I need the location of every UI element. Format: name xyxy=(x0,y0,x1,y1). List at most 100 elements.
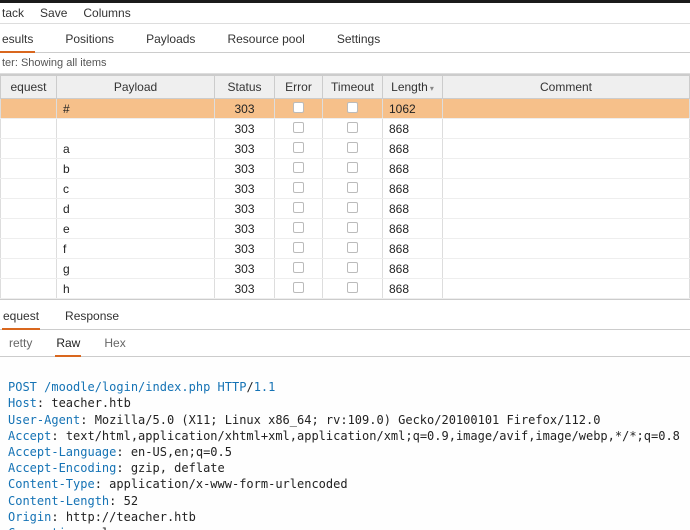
tab-pretty[interactable]: retty xyxy=(8,333,33,356)
cell-status: 303 xyxy=(215,199,275,219)
table-row[interactable]: h303868 xyxy=(1,279,690,299)
col-request[interactable]: equest xyxy=(1,76,57,99)
cell-length: 868 xyxy=(383,219,443,239)
filter-status[interactable]: ter: Showing all items xyxy=(0,53,690,74)
cell-request xyxy=(1,139,57,159)
checkbox-icon xyxy=(293,222,304,233)
cell-request xyxy=(1,259,57,279)
col-comment[interactable]: Comment xyxy=(443,76,690,99)
menu-attack[interactable]: tack xyxy=(2,6,24,20)
cell-error xyxy=(275,119,323,139)
cell-comment xyxy=(443,259,690,279)
table-row[interactable]: g303 868 xyxy=(1,259,690,279)
tab-results[interactable]: esults xyxy=(0,28,35,52)
cell-status: 303 xyxy=(215,219,275,239)
col-payload[interactable]: Payload xyxy=(57,76,215,99)
table-row[interactable]: e303 868 xyxy=(1,219,690,239)
tab-response[interactable]: Response xyxy=(64,306,120,329)
cell-payload: # xyxy=(57,99,215,119)
header-content-length: Content-Length xyxy=(8,494,109,508)
col-error[interactable]: Error xyxy=(275,76,323,99)
table-row[interactable]: a303 868 xyxy=(1,139,690,159)
header-accept-encoding: Accept-Encoding xyxy=(8,461,116,475)
cell-status: 303 xyxy=(215,119,275,139)
menu-columns[interactable]: Columns xyxy=(83,6,130,20)
table-row[interactable]: f303868 xyxy=(1,239,690,259)
menu-save[interactable]: Save xyxy=(40,6,67,20)
cell-length: 1062 xyxy=(383,99,443,119)
tab-payloads[interactable]: Payloads xyxy=(144,28,197,52)
cell-timeout xyxy=(323,279,383,299)
cell-length: 868 xyxy=(383,139,443,159)
cell-comment xyxy=(443,119,690,139)
cell-error xyxy=(275,159,323,179)
tab-resource-pool[interactable]: Resource pool xyxy=(225,28,306,52)
cell-payload: g xyxy=(57,259,215,279)
checkbox-icon xyxy=(347,242,358,253)
cell-error xyxy=(275,99,323,119)
tab-raw[interactable]: Raw xyxy=(55,333,81,356)
cell-status: 303 xyxy=(215,259,275,279)
cell-length: 868 xyxy=(383,159,443,179)
table-row[interactable]: 303868 xyxy=(1,119,690,139)
col-length[interactable]: Length▾ xyxy=(383,76,443,99)
tab-settings[interactable]: Settings xyxy=(335,28,382,52)
cell-length: 868 xyxy=(383,279,443,299)
cell-payload: f xyxy=(57,239,215,259)
cell-error xyxy=(275,219,323,239)
checkbox-icon xyxy=(293,102,304,113)
request-response-tabs: equest Response xyxy=(0,299,690,330)
menu-bar: tack Save Columns xyxy=(0,3,690,24)
cell-length: 868 xyxy=(383,259,443,279)
tab-hex[interactable]: Hex xyxy=(103,333,126,356)
table-row[interactable]: d303868 xyxy=(1,199,690,219)
checkbox-icon xyxy=(293,122,304,133)
checkbox-icon xyxy=(347,262,358,273)
header-connection: Connection xyxy=(8,526,80,530)
checkbox-icon xyxy=(347,282,358,293)
format-tabs: retty Raw Hex xyxy=(0,330,690,357)
cell-error xyxy=(275,179,323,199)
cell-error xyxy=(275,239,323,259)
cell-payload: a xyxy=(57,139,215,159)
main-tabs: esults Positions Payloads Resource pool … xyxy=(0,24,690,53)
checkbox-icon xyxy=(347,202,358,213)
cell-payload: h xyxy=(57,279,215,299)
table-row[interactable]: b303868 xyxy=(1,159,690,179)
col-status[interactable]: Status xyxy=(215,76,275,99)
tab-positions[interactable]: Positions xyxy=(63,28,116,52)
checkbox-icon xyxy=(293,202,304,213)
cell-comment xyxy=(443,279,690,299)
table-row[interactable]: c303868 xyxy=(1,179,690,199)
cell-error xyxy=(275,139,323,159)
checkbox-icon xyxy=(293,282,304,293)
cell-timeout xyxy=(323,99,383,119)
cell-status: 303 xyxy=(215,99,275,119)
http-path: /moodle/login/index.php xyxy=(44,380,210,394)
header-accept: Accept xyxy=(8,429,51,443)
checkbox-icon xyxy=(293,242,304,253)
cell-payload: c xyxy=(57,179,215,199)
cell-error xyxy=(275,259,323,279)
cell-length: 868 xyxy=(383,179,443,199)
cell-request xyxy=(1,199,57,219)
cell-timeout xyxy=(323,259,383,279)
col-timeout[interactable]: Timeout xyxy=(323,76,383,99)
cell-payload: e xyxy=(57,219,215,239)
checkbox-icon xyxy=(347,222,358,233)
checkbox-icon xyxy=(347,122,358,133)
checkbox-icon xyxy=(293,182,304,193)
cell-comment xyxy=(443,139,690,159)
header-content-type: Content-Type xyxy=(8,477,95,491)
checkbox-icon xyxy=(293,142,304,153)
header-user-agent: User-Agent xyxy=(8,413,80,427)
cell-length: 868 xyxy=(383,199,443,219)
tab-request[interactable]: equest xyxy=(2,306,40,329)
cell-status: 303 xyxy=(215,139,275,159)
cell-comment xyxy=(443,199,690,219)
sort-desc-icon: ▾ xyxy=(430,84,434,93)
results-table: equest Payload Status Error Timeout Leng… xyxy=(0,74,690,299)
cell-timeout xyxy=(323,139,383,159)
raw-request[interactable]: POST /moodle/login/index.php HTTP/1.1 Ho… xyxy=(0,357,690,530)
table-row[interactable]: #303 1062 xyxy=(1,99,690,119)
